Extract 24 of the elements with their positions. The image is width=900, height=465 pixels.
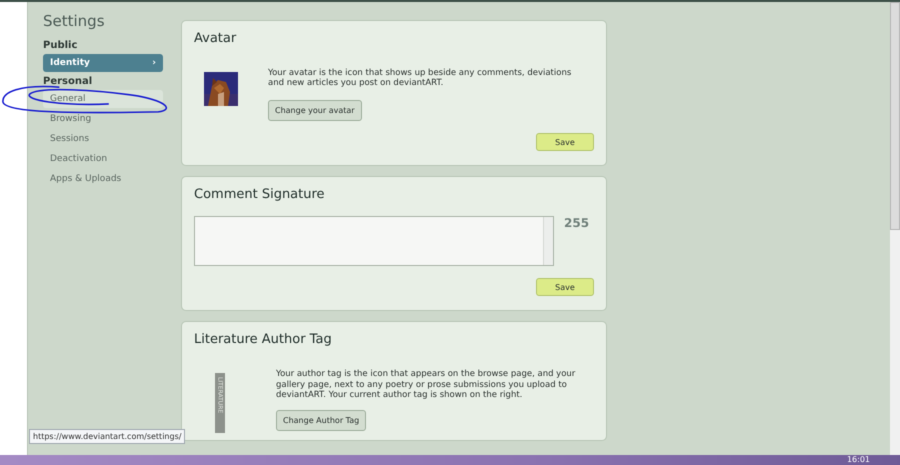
sidebar-item[interactable]: Browsing <box>43 110 163 128</box>
avatar-description: Your avatar is the icon that shows up beside any comments, deviations and new articles you post on deviantART. <box>268 68 572 88</box>
scrollbar[interactable] <box>543 217 553 266</box>
change-avatar-button[interactable]: Change your avatar <box>268 100 362 122</box>
status-url: https://www.deviantart.com/settings/ <box>29 429 186 444</box>
signature-field[interactable] <box>194 216 554 266</box>
clock: 16:01 <box>846 455 870 465</box>
character-counter: 255 <box>564 216 590 232</box>
card-title: Comment Signature <box>194 187 326 202</box>
sidebar-title: Settings <box>43 12 106 30</box>
card-title: Literature Author Tag <box>194 332 333 348</box>
card-title: Avatar <box>194 31 238 46</box>
save-button[interactable]: Save <box>536 278 594 296</box>
sidebar-item[interactable]: Apps & Uploads <box>43 170 163 188</box>
scrollbar[interactable] <box>890 2 900 455</box>
scrollbar-thumb[interactable] <box>890 2 900 230</box>
sidebar-item[interactable]: Deactivation <box>43 150 163 168</box>
section-label: Personal <box>43 76 94 87</box>
section-label: Public <box>43 40 78 51</box>
sidebar-item[interactable]: Sessions <box>43 130 163 148</box>
change-author-tag-button[interactable]: Change Author Tag <box>276 410 366 431</box>
save-button[interactable]: Save <box>536 133 594 152</box>
author-tag-description: Your author tag is the icon that appears on the browse page, and your gallery page, next to any poetry or prose submissions you upload to deviantART. Your current author tag is shown on the right. <box>276 369 576 400</box>
sidebar-item[interactable]: Identity › <box>43 54 163 72</box>
